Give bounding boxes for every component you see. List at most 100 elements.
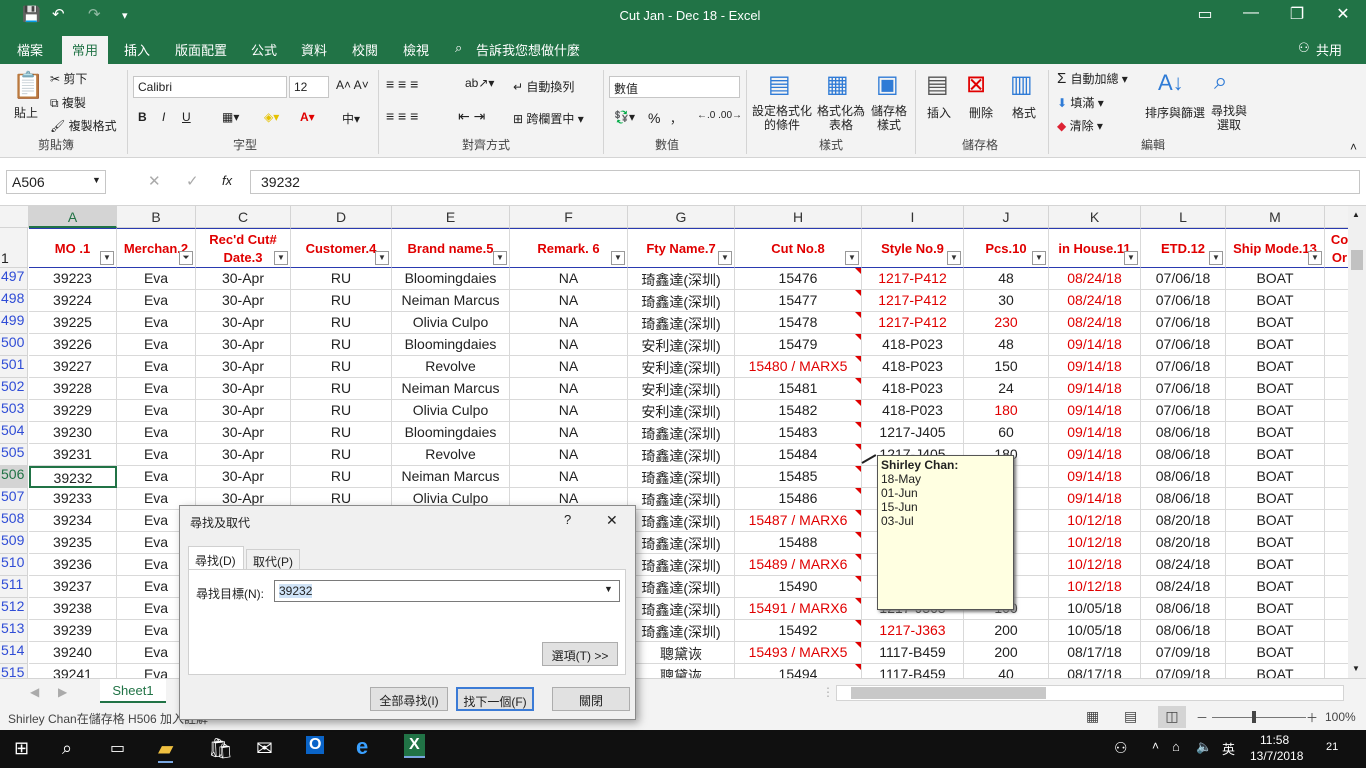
table-cell[interactable]: 39223 [29,268,117,290]
table-cell[interactable]: 10/12/18 [1049,576,1141,598]
find-select-button[interactable]: 尋找與 選取 [1211,104,1247,132]
table-cell[interactable]: BOAT [1226,554,1325,576]
enter-icon[interactable]: ✓ [186,172,199,190]
table-cell[interactable]: 琦鑫達(深圳) [628,422,735,444]
row-header[interactable]: 515 [0,664,28,678]
find-what-input[interactable]: 39232 [274,580,620,602]
table-cell[interactable]: 39233 [29,488,117,510]
table-cell[interactable]: 08/20/18 [1141,532,1226,554]
table-cell[interactable]: 琦鑫達(深圳) [628,510,735,532]
row-header[interactable]: 498 [0,290,28,312]
table-cell[interactable]: BOAT [1226,268,1325,290]
table-cell[interactable]: RU [291,400,392,422]
sheet-tab-sheet1[interactable]: Sheet1 [100,679,166,703]
table-cell[interactable]: 10/05/18 [1049,598,1141,620]
table-cell[interactable]: 安利達(深圳) [628,378,735,400]
table-cell[interactable]: 08/17/18 [1049,642,1141,664]
table-cell[interactable]: 418-P023 [862,378,964,400]
table-cell[interactable]: 08/24/18 [1049,268,1141,290]
table-cell[interactable]: 30-Apr [196,444,291,466]
table-cell[interactable]: BOAT [1226,422,1325,444]
table-cell[interactable]: BOAT [1226,642,1325,664]
tab-page-layout[interactable]: 版面配置 [175,40,227,59]
table-cell[interactable]: 39235 [29,532,117,554]
clear-button[interactable]: ◆ 清除 ▾ [1057,117,1103,134]
table-cell[interactable]: 15494 [735,664,862,678]
table-cell[interactable]: 1117-B459 [862,664,964,678]
table-cell[interactable] [1325,312,1348,334]
table-cell[interactable]: 418-P023 [862,400,964,422]
undo-icon[interactable]: ↶ [52,5,65,23]
cut-button[interactable]: ✂ 剪下 [50,70,87,87]
table-cell[interactable] [1325,334,1348,356]
table-cell[interactable]: 39229 [29,400,117,422]
table-cell[interactable]: RU [291,466,392,488]
table-cell[interactable]: 15488 [735,532,862,554]
table-cell[interactable]: NA [510,466,628,488]
table-cell[interactable] [1325,444,1348,466]
table-cell[interactable]: 07/06/18 [1141,356,1226,378]
help-button[interactable]: ? [564,512,571,527]
find-history-dropdown-icon[interactable]: ▼ [604,584,613,594]
clock-time[interactable]: 11:58 [1260,733,1289,747]
table-cell[interactable]: Eva [117,378,196,400]
row-header[interactable]: 512 [0,598,28,620]
table-cell[interactable]: Eva [117,312,196,334]
table-cell[interactable]: 15483 [735,422,862,444]
tab-insert[interactable]: 插入 [124,40,150,59]
table-cell[interactable]: 07/06/18 [1141,268,1226,290]
cell-styles-button[interactable]: 儲存格 樣式 [871,104,907,132]
table-cell[interactable]: 39237 [29,576,117,598]
mail-icon[interactable]: ✉ [256,736,273,761]
format-as-table-button[interactable]: 格式化為 表格 [817,104,865,132]
column-header-g[interactable]: G [628,206,735,228]
table-cell[interactable]: 15485 [735,466,862,488]
table-cell[interactable]: 09/14/18 [1049,466,1141,488]
ribbon-display-icon[interactable]: ▭ [1190,4,1220,24]
row-header[interactable]: 507 [0,488,28,510]
table-cell[interactable]: 07/09/18 [1141,664,1226,678]
h-scroll-thumb[interactable] [851,687,1046,699]
close-dialog-button[interactable]: 關閉 [552,687,630,711]
table-cell[interactable]: 15493 / MARX5 [735,642,862,664]
table-cell[interactable]: NA [510,444,628,466]
next-sheet-icon[interactable]: ▶ [58,685,67,699]
column-header-l[interactable]: L [1141,206,1226,228]
table-cell[interactable]: 30 [964,290,1049,312]
cancel-icon[interactable]: ✕ [148,172,161,190]
table-cell[interactable]: 琦鑫達(深圳) [628,598,735,620]
table-cell[interactable]: 07/06/18 [1141,290,1226,312]
table-cell[interactable]: 聰黛诙 [628,664,735,678]
row-header[interactable]: 499 [0,312,28,334]
table-cell[interactable]: Eva [117,422,196,444]
options-button[interactable]: 選項(T) >> [542,642,618,666]
orientation-icon[interactable]: ab↗▾ [465,76,494,90]
column-header-i[interactable]: I [862,206,964,228]
filter-dropdown-icon[interactable]: ▼ [1032,251,1046,265]
table-cell[interactable]: 15476 [735,268,862,290]
table-cell[interactable]: 琦鑫達(深圳) [628,532,735,554]
table-cell[interactable]: 48 [964,334,1049,356]
table-cell[interactable]: 15490 [735,576,862,598]
table-cell[interactable] [1325,488,1348,510]
table-cell[interactable]: NA [510,378,628,400]
restore-button[interactable]: ❐ [1282,4,1312,24]
table-cell[interactable]: 15479 [735,334,862,356]
table-cell[interactable] [1325,290,1348,312]
tab-home[interactable]: 常用 [62,36,109,64]
scroll-up-icon[interactable]: ▲ [1352,210,1360,219]
table-cell[interactable]: Eva [117,356,196,378]
filter-dropdown-icon[interactable]: ⏷ [179,251,193,265]
table-cell[interactable]: Neiman Marcus [392,466,510,488]
table-cell[interactable]: 08/24/18 [1049,290,1141,312]
table-cell[interactable]: 安利達(深圳) [628,356,735,378]
table-cell[interactable]: BOAT [1226,510,1325,532]
table-cell[interactable]: 聰黛诙 [628,642,735,664]
comma-button[interactable]: ， [670,110,682,127]
table-cell[interactable]: BOAT [1226,400,1325,422]
table-cell[interactable]: 09/14/18 [1049,400,1141,422]
table-cell[interactable]: 安利達(深圳) [628,400,735,422]
name-box-dropdown-icon[interactable]: ▼ [92,175,101,185]
fill-button[interactable]: ⬇ 填滿 ▾ [1057,94,1104,111]
table-cell[interactable]: BOAT [1226,620,1325,642]
